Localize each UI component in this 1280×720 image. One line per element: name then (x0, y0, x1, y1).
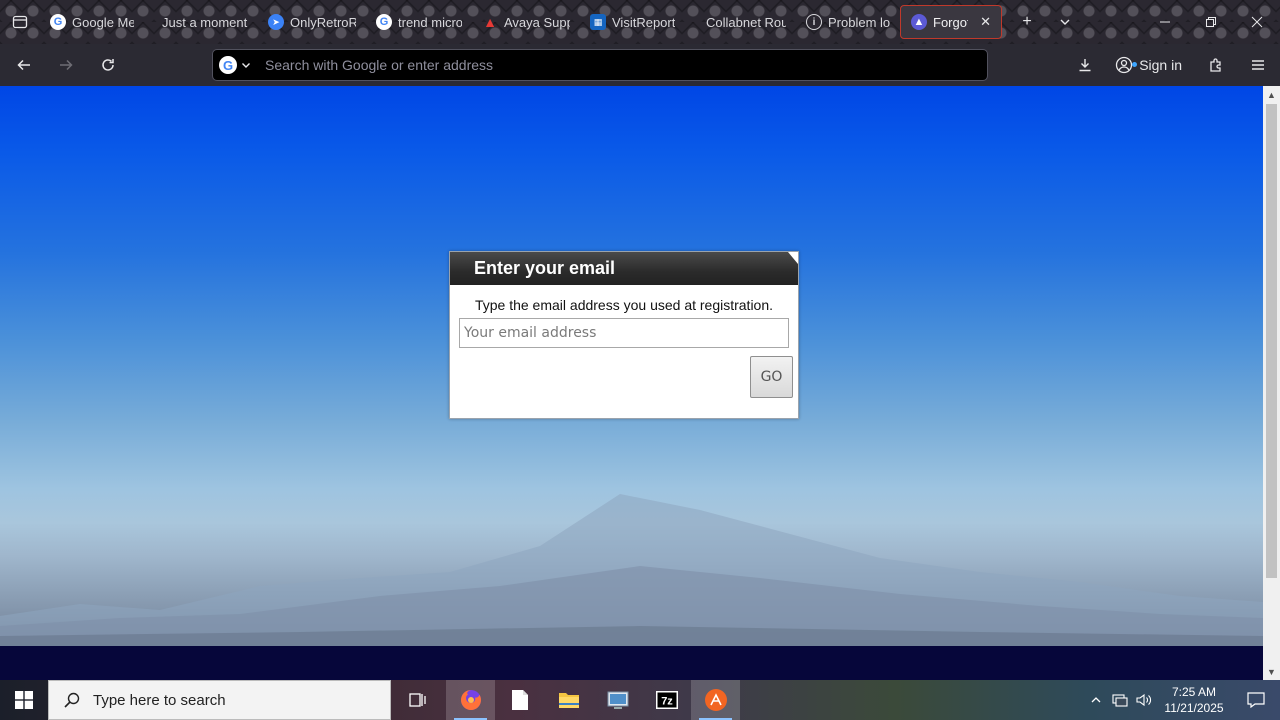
tab-title: Forgot p (933, 14, 969, 30)
clock-date: 11/21/2025 (1164, 701, 1224, 715)
svg-text:7z: 7z (661, 696, 673, 708)
navigation-toolbar: G Sign in (0, 44, 1280, 86)
close-tab-icon[interactable]: ✕ (980, 14, 991, 30)
show-hidden-icons-chevron-up-icon[interactable] (1084, 694, 1108, 706)
google-icon: G (50, 14, 66, 30)
file-explorer-icon (558, 693, 579, 708)
tab-title: Collabnet Router (706, 14, 786, 30)
tab-title: Just a moment... (162, 14, 248, 30)
clock-time: 7:25 AM (1171, 685, 1217, 699)
taskbar-firefox[interactable] (446, 680, 495, 720)
page-scrollbar[interactable]: ▲ ▼ (1263, 86, 1280, 680)
site-icon: ▲ (911, 14, 927, 30)
downloads-button[interactable] (1065, 49, 1105, 81)
tab-list-button[interactable] (0, 0, 40, 44)
start-button[interactable] (0, 680, 48, 720)
firefox-icon (460, 690, 481, 710)
reload-icon (102, 59, 114, 71)
sign-in-button[interactable]: Sign in (1105, 56, 1192, 74)
tab-forgot-password[interactable]: ▲ Forgot p ✕ (900, 5, 1002, 39)
tab-title: OnlyRetroR (290, 14, 356, 30)
volume-icon[interactable] (1132, 693, 1156, 707)
tab-trend-micro[interactable]: G trend micro (366, 5, 472, 39)
tab-strip: G Google Me Just a moment... ➤ OnlyRetro… (0, 0, 1280, 44)
taskbar-search-box[interactable]: Type here to search (48, 680, 391, 720)
tab-list-icon (12, 15, 28, 29)
puzzle-icon (1210, 58, 1221, 72)
app-icon: ▦ (590, 14, 606, 30)
scrollbar-thumb[interactable] (1266, 104, 1277, 578)
back-button[interactable] (6, 49, 42, 81)
control-panel-icon (607, 691, 628, 709)
scroll-up-arrow-icon[interactable]: ▲ (1263, 86, 1280, 103)
back-arrow-icon (17, 59, 30, 71)
tab-title: Google Me (72, 14, 134, 30)
reload-button[interactable] (90, 49, 126, 81)
windows-taskbar: Type here to search 7z 7:25 AM 11/21/202… (0, 680, 1280, 720)
google-icon: G (376, 14, 392, 30)
tab-collabnet[interactable]: Collabnet Router (686, 5, 796, 39)
forward-button[interactable] (48, 49, 84, 81)
notification-dot (1132, 62, 1138, 67)
notepad-icon (511, 690, 528, 710)
tab-visitreport[interactable]: ▦ VisitReport (580, 5, 686, 39)
account-icon (1116, 56, 1133, 74)
windows-logo-icon (15, 691, 33, 709)
app-orange-icon (704, 689, 727, 711)
taskbar-app-orange[interactable] (691, 680, 740, 720)
task-view-icon (408, 693, 426, 707)
download-icon (1079, 59, 1091, 72)
tab-just-a-moment[interactable]: Just a moment... (144, 5, 258, 39)
email-field[interactable] (459, 318, 789, 348)
info-icon: i (806, 14, 822, 30)
tab-title: trend micro (398, 14, 462, 30)
address-bar: G (212, 49, 988, 81)
forward-arrow-icon (60, 59, 73, 71)
tab-title: VisitReport (612, 14, 676, 30)
dialog-instruction: Type the email address you used at regis… (474, 297, 774, 313)
new-tab-icon[interactable]: + (1008, 0, 1046, 44)
search-icon (64, 692, 80, 708)
taskbar-file-explorer[interactable] (544, 680, 593, 720)
tab-title: Avaya Supp (504, 14, 570, 30)
minimize-icon[interactable] (1142, 0, 1188, 44)
search-placeholder: Type here to search (93, 691, 226, 709)
taskbar-7zip[interactable]: 7z (642, 680, 691, 720)
tab-google[interactable]: G Google Me (40, 5, 144, 39)
chevron-down-icon[interactable] (1046, 0, 1084, 44)
network-icon[interactable] (1108, 693, 1132, 707)
avaya-icon: ▲ (483, 14, 497, 30)
mountains-image (0, 494, 1263, 646)
taskbar-notepad[interactable] (495, 680, 544, 720)
tab-problem[interactable]: i Problem lo (796, 5, 900, 39)
tab-title: Problem lo (828, 14, 890, 30)
sign-in-label: Sign in (1139, 57, 1182, 73)
go-button[interactable]: GO (750, 356, 793, 398)
hamburger-menu-icon (1252, 60, 1264, 70)
task-view-button[interactable] (393, 680, 442, 720)
tab-onlyretror[interactable]: ➤ OnlyRetroR (258, 5, 366, 39)
extensions-button[interactable] (1198, 49, 1234, 81)
7zip-icon: 7z (655, 691, 678, 709)
system-tray: 7:25 AM 11/21/2025 (1084, 680, 1280, 720)
taskbar-control-panel[interactable] (593, 680, 642, 720)
menu-button[interactable] (1240, 49, 1276, 81)
address-input[interactable] (265, 51, 987, 79)
dialog-title: Enter your email (474, 258, 616, 278)
close-window-icon[interactable] (1234, 0, 1280, 44)
dialog-header: Enter your email (450, 252, 798, 285)
tab-avaya[interactable]: ▲ Avaya Supp (472, 5, 580, 39)
page-footer-bar (0, 646, 1263, 680)
search-engine-selector[interactable]: G (213, 50, 257, 80)
chevron-down-icon (242, 63, 250, 68)
notification-center-button[interactable] (1232, 692, 1280, 708)
google-icon: G (219, 56, 237, 74)
notification-icon (1247, 692, 1265, 708)
telegram-icon: ➤ (268, 14, 284, 30)
scroll-down-arrow-icon[interactable]: ▼ (1263, 663, 1280, 680)
system-clock[interactable]: 7:25 AM 11/21/2025 (1156, 684, 1232, 716)
forgot-password-dialog: Enter your email Type the email address … (449, 251, 799, 419)
restore-icon[interactable] (1188, 0, 1234, 44)
